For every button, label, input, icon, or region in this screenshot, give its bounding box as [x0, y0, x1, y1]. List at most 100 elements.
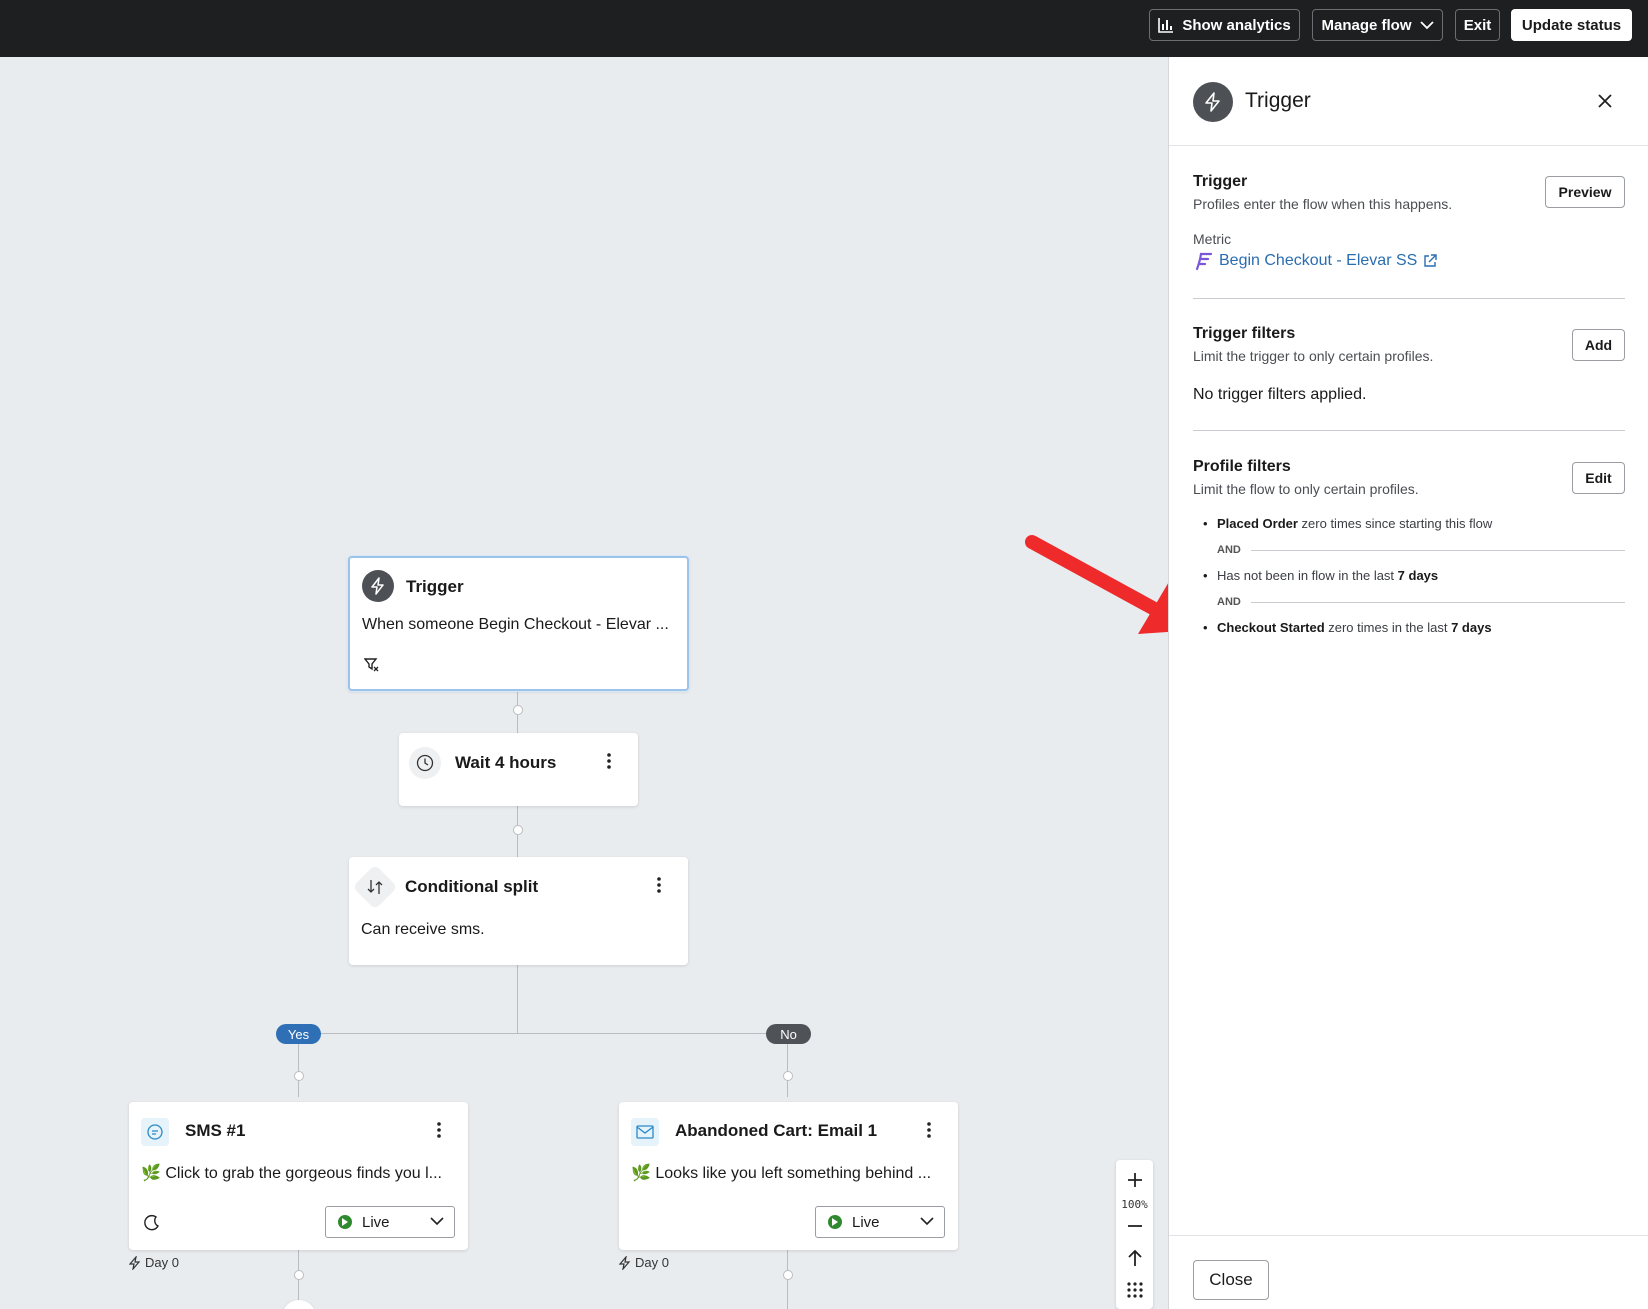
more-options-icon[interactable] [919, 1120, 939, 1140]
email-icon [631, 1118, 659, 1146]
profile-filter-item: Has not been in flow in the last 7 days [1203, 568, 1439, 583]
email-day-label: Day 0 [619, 1255, 669, 1270]
profile-filter-item: Placed Order zero times since starting t… [1203, 516, 1493, 531]
and-separator: AND [1217, 595, 1625, 609]
preview-button[interactable]: Preview [1545, 176, 1625, 208]
lightning-icon [129, 1255, 141, 1270]
exit-button[interactable]: Exit [1455, 9, 1500, 41]
filter-period: 7 days [1451, 620, 1492, 635]
sms-node-text: 🌿 Click to grab the gorgeous finds you l… [141, 1165, 442, 1182]
close-button[interactable]: Close [1193, 1260, 1269, 1300]
quiet-hours-icon [143, 1214, 161, 1237]
manage-flow-label: Manage flow [1321, 16, 1412, 34]
connector-dot [513, 705, 523, 715]
sms-day-label: Day 0 [129, 1255, 179, 1270]
branch-line [298, 1033, 788, 1034]
trigger-section-subtitle: Profiles enter the flow when this happen… [1193, 196, 1453, 212]
connector-dot [294, 1071, 304, 1081]
sms-status-select[interactable]: Live [325, 1206, 455, 1238]
wait-node[interactable]: Wait 4 hours [399, 733, 638, 806]
email-day-text: Day 0 [635, 1255, 669, 1270]
exit-label: Exit [1463, 16, 1492, 34]
email-node-text: 🌿 Looks like you left something behind .… [631, 1165, 932, 1182]
flow-canvas[interactable]: Trigger When someone Begin Checkout - El… [0, 57, 1168, 1309]
add-trigger-filter-button[interactable]: Add [1572, 329, 1625, 361]
filter-condition: zero times since starting this flow [1297, 516, 1493, 531]
connector-dot [783, 1071, 793, 1081]
chevron-down-icon [1419, 21, 1434, 30]
manage-flow-button[interactable]: Manage flow [1312, 9, 1443, 41]
chevron-down-icon [920, 1217, 934, 1226]
trigger-node-title: Trigger [406, 577, 464, 596]
section-divider [1193, 430, 1625, 431]
show-analytics-label: Show analytics [1182, 16, 1291, 34]
panel-header: Trigger [1169, 57, 1648, 146]
split-node-text: Can receive sms. [361, 921, 485, 938]
metric-source-icon [1195, 252, 1213, 271]
filter-period: 7 days [1397, 568, 1439, 583]
sms-node-title: SMS #1 [185, 1121, 246, 1140]
sms-status-label: Live [362, 1213, 390, 1231]
no-trigger-filters-text: No trigger filters applied. [1193, 386, 1367, 403]
zoom-out-icon[interactable] [1116, 1214, 1153, 1238]
split-icon [352, 864, 398, 910]
trigger-panel: Trigger Trigger Profiles enter the flow … [1168, 57, 1648, 1309]
metric-label: Metric [1193, 231, 1232, 247]
trigger-filters-title: Trigger filters [1193, 325, 1296, 342]
sms-node[interactable]: SMS #1 🌿 Click to grab the gorgeous find… [129, 1102, 468, 1250]
profile-filter-item: Checkout Started zero times in the last … [1203, 620, 1492, 635]
zoom-in-icon[interactable] [1116, 1168, 1153, 1192]
email-status-select[interactable]: Live [815, 1206, 945, 1238]
conditional-split-node[interactable]: Conditional split Can receive sms. [349, 857, 688, 965]
filter-metric: Placed Order [1217, 516, 1298, 531]
panel-title: Trigger [1245, 89, 1311, 112]
add-step-button[interactable] [282, 1300, 316, 1309]
top-bar: Show analytics Manage flow Exit Update s… [0, 0, 1648, 57]
connector-dot [513, 825, 523, 835]
grid-icon[interactable] [1116, 1278, 1153, 1302]
connector-dot [783, 1270, 793, 1280]
filter-condition: Has not been in flow in the last [1217, 568, 1398, 583]
close-icon[interactable] [1593, 89, 1617, 113]
metric-link[interactable]: Begin Checkout - Elevar SS [1193, 251, 1438, 271]
connector-line [517, 964, 518, 1034]
email-node-title: Abandoned Cart: Email 1 [675, 1121, 878, 1140]
update-status-label: Update status [1521, 16, 1622, 34]
panel-footer: Close [1169, 1235, 1648, 1309]
split-node-title: Conditional split [405, 877, 539, 896]
live-status-icon [338, 1215, 352, 1229]
filter-metric: Checkout Started [1217, 620, 1325, 635]
lightning-icon [362, 570, 394, 602]
more-options-icon[interactable] [429, 1120, 449, 1140]
sms-icon [141, 1118, 169, 1146]
more-options-icon[interactable] [649, 875, 669, 895]
trigger-filters-subtitle: Limit the trigger to only certain profil… [1193, 348, 1434, 364]
chevron-down-icon [430, 1217, 444, 1226]
external-link-icon [1424, 254, 1438, 267]
and-label: AND [1217, 596, 1241, 608]
update-status-button[interactable]: Update status [1511, 9, 1632, 41]
email-node[interactable]: Abandoned Cart: Email 1 🌿 Looks like you… [619, 1102, 958, 1250]
edit-profile-filters-button[interactable]: Edit [1572, 462, 1625, 494]
profile-filters-title: Profile filters [1193, 458, 1291, 475]
clock-icon [409, 747, 441, 779]
metric-link-text: Begin Checkout - Elevar SS [1219, 252, 1418, 269]
connector-dot [294, 1270, 304, 1280]
sms-day-text: Day 0 [145, 1255, 179, 1270]
branch-yes-pill: Yes [276, 1024, 321, 1044]
email-status-label: Live [852, 1213, 880, 1231]
trigger-node[interactable]: Trigger When someone Begin Checkout - El… [348, 556, 689, 691]
and-separator: AND [1217, 543, 1625, 557]
show-analytics-button[interactable]: Show analytics [1149, 9, 1300, 41]
bar-chart-icon [1158, 18, 1174, 33]
more-options-icon[interactable] [599, 751, 619, 771]
filter-icon [363, 657, 380, 678]
filter-condition: zero times in the last [1324, 620, 1452, 635]
live-status-icon [828, 1215, 842, 1229]
wait-node-title: Wait 4 hours [455, 753, 557, 772]
branch-no-pill: No [766, 1024, 811, 1044]
lightning-icon [619, 1255, 631, 1270]
trigger-section-title: Trigger [1193, 173, 1248, 190]
zoom-controls: 100% [1116, 1160, 1153, 1309]
arrow-up-icon[interactable] [1116, 1246, 1153, 1270]
